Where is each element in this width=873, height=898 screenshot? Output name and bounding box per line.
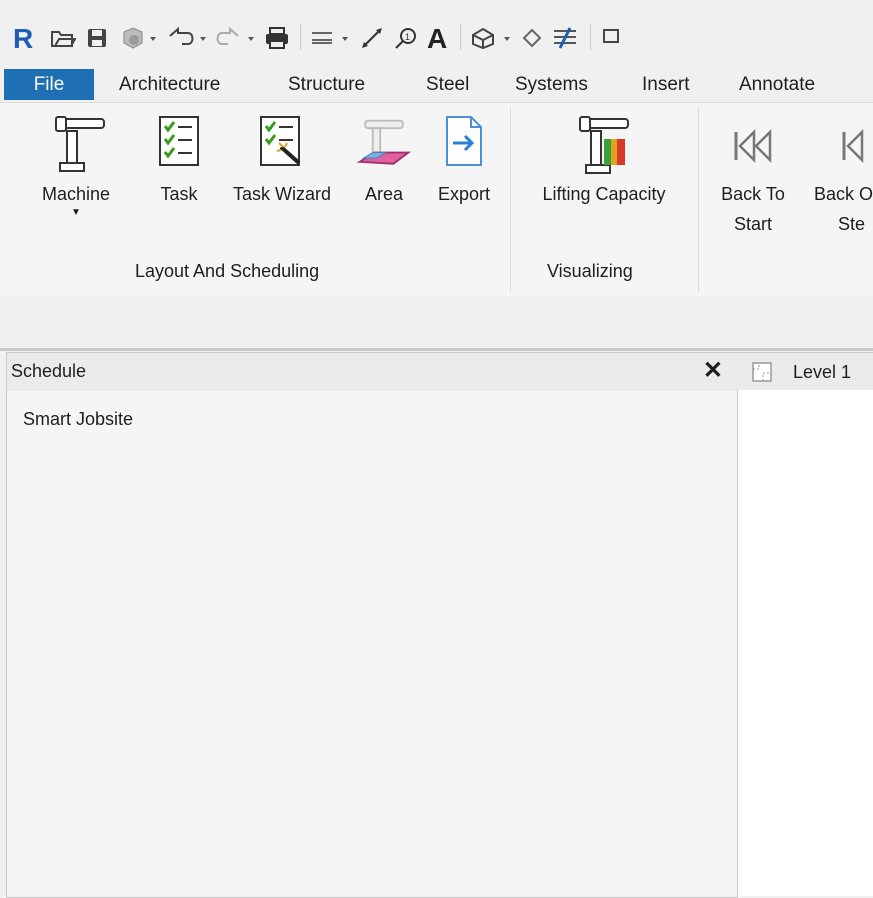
svg-text:A: A: [427, 25, 447, 51]
crane-capacity-icon: [516, 113, 692, 179]
tab-file[interactable]: File: [4, 69, 94, 100]
export-document-icon: [424, 113, 504, 179]
skip-back-icon: [710, 113, 796, 179]
tab-architecture[interactable]: Architecture: [119, 71, 220, 99]
schedule-palette: Schedule ✕ Smart Jobsite: [6, 352, 738, 898]
view-tab-level-1[interactable]: Level 1: [737, 352, 873, 391]
task-button[interactable]: Task: [150, 113, 208, 209]
export-button[interactable]: Export: [424, 113, 504, 209]
svg-text:1: 1: [405, 32, 410, 42]
floor-plan-icon: [751, 361, 773, 388]
toolbar-separator: [460, 24, 461, 50]
drawing-area[interactable]: [737, 390, 873, 896]
back-one-step-button[interactable]: Back O Ste: [810, 113, 873, 239]
tag-icon[interactable]: 1: [394, 24, 418, 52]
tab-systems[interactable]: Systems: [515, 71, 588, 99]
task-label: Task: [160, 184, 198, 204]
area-button[interactable]: Area: [354, 113, 414, 209]
crane-icon: [26, 113, 126, 179]
tab-steel[interactable]: Steel: [426, 71, 469, 99]
options-bar: [0, 296, 873, 351]
measure-icon[interactable]: [308, 24, 352, 52]
redo-icon[interactable]: [214, 24, 258, 52]
panel-label-layout: Layout And Scheduling: [135, 261, 320, 281]
back-to-start-label-1: Back To: [721, 184, 785, 204]
text-icon[interactable]: A: [426, 24, 450, 52]
save-icon[interactable]: [86, 24, 108, 52]
dropdown-arrow-icon: ▼: [71, 207, 81, 218]
revit-logo-icon[interactable]: R: [12, 24, 38, 52]
sync-icon[interactable]: [120, 24, 160, 52]
thin-lines-icon[interactable]: [552, 24, 578, 52]
panel-separator: [698, 107, 699, 292]
schedule-header: Schedule ✕: [7, 353, 737, 391]
export-label: Export: [437, 184, 491, 204]
checklist-wand-icon: [218, 113, 346, 179]
open-folder-icon[interactable]: [50, 24, 76, 52]
undo-icon[interactable]: [166, 24, 210, 52]
schedule-item[interactable]: Smart Jobsite: [23, 409, 133, 430]
tab-structure[interactable]: Structure: [288, 71, 365, 99]
lifting-capacity-button[interactable]: Lifting Capacity: [516, 113, 692, 209]
task-wizard-button[interactable]: Task Wizard: [218, 113, 346, 209]
back-one-step-label-1: Back O: [814, 184, 873, 204]
checklist-icon: [150, 113, 208, 179]
crane-area-icon: [354, 113, 414, 179]
tab-insert[interactable]: Insert: [642, 71, 690, 99]
ribbon-tabs: File Architecture Structure Steel System…: [0, 66, 873, 102]
dimension-icon[interactable]: [360, 24, 386, 52]
close-icon[interactable]: ✕: [703, 357, 723, 385]
tab-annotate[interactable]: Annotate: [739, 71, 815, 99]
toolbar-separator: [590, 24, 591, 50]
back-to-start-label-2: Start: [733, 214, 772, 234]
3d-view-icon[interactable]: [470, 24, 514, 52]
machine-button[interactable]: Machine ▼: [26, 113, 126, 218]
lifting-capacity-label: Lifting Capacity: [542, 184, 666, 204]
svg-text:R: R: [13, 24, 33, 52]
task-wizard-label: Task Wizard: [232, 184, 331, 204]
panel-separator: [510, 107, 511, 292]
quick-access-toolbar: R 1 A: [0, 0, 873, 66]
print-icon[interactable]: [264, 24, 290, 52]
back-to-start-button[interactable]: Back To Start: [710, 113, 796, 239]
machine-label: Machine: [41, 184, 111, 204]
panel-label-visualizing: Visualizing: [547, 261, 633, 281]
back-one-step-label-2: Ste: [838, 214, 866, 234]
area-label: Area: [364, 184, 404, 204]
view-tab-label: Level 1: [793, 362, 852, 382]
switch-windows-icon[interactable]: [600, 24, 620, 52]
schedule-title: Schedule: [11, 361, 87, 381]
step-back-icon: [810, 113, 873, 179]
section-icon[interactable]: [520, 24, 544, 52]
toolbar-separator: [300, 24, 301, 50]
ribbon-panel: Machine ▼ Task Task Wizard Area Export L…: [0, 102, 873, 297]
